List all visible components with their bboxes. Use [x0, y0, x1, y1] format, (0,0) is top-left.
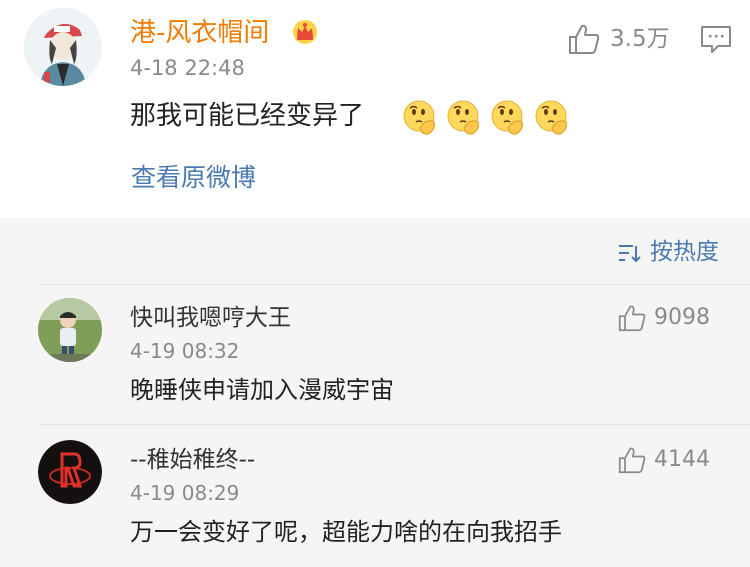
view-original-link[interactable]: 查看原微博 [131, 162, 256, 194]
thumbs-up-icon[interactable] [567, 23, 601, 55]
reply-like-count: 9098 [654, 305, 710, 330]
thinking-emoji-icon [535, 100, 567, 135]
avatar[interactable] [38, 298, 102, 362]
thinking-emoji-icon [403, 100, 435, 135]
reply-timestamp: 4-19 08:32 [130, 339, 240, 363]
comment-text: 那我可能已经变异了 [130, 101, 365, 131]
reply-text: 晚睡侠申请加入漫威宇宙 [130, 376, 394, 404]
comment-icon[interactable] [700, 24, 732, 54]
reply-text: 万一会变好了呢，超能力啥的在向我招手 [130, 518, 562, 546]
reply-username[interactable]: 快叫我嗯哼大王 [130, 303, 291, 333]
sort-icon [619, 245, 641, 263]
divider [38, 284, 750, 285]
main-comment: 港-风衣帽间 4-18 22:48 3.5万 那我可能已经变异了 查看原微博 [0, 0, 750, 218]
like-count: 3.5万 [610, 26, 670, 52]
crown-icon [293, 20, 317, 44]
thumbs-up-icon[interactable] [617, 304, 647, 332]
reply-username[interactable]: --稚始稚终-- [130, 445, 255, 475]
username[interactable]: 港-风衣帽间 [130, 16, 269, 50]
timestamp: 4-18 22:48 [130, 56, 245, 80]
replies-panel: 按热度 快叫我嗯哼大王 9098 4-19 08:32 晚睡侠申请加入漫威宇宙 … [0, 218, 750, 567]
avatar[interactable] [24, 8, 102, 86]
reply-timestamp: 4-19 08:29 [130, 481, 240, 505]
avatar[interactable] [38, 440, 102, 504]
sort-label: 按热度 [650, 239, 719, 265]
thinking-emoji-icon [491, 100, 523, 135]
thumbs-up-icon[interactable] [617, 446, 647, 474]
reply-like-count: 4144 [654, 447, 710, 472]
divider [38, 424, 750, 425]
thinking-emoji-icon [447, 100, 479, 135]
